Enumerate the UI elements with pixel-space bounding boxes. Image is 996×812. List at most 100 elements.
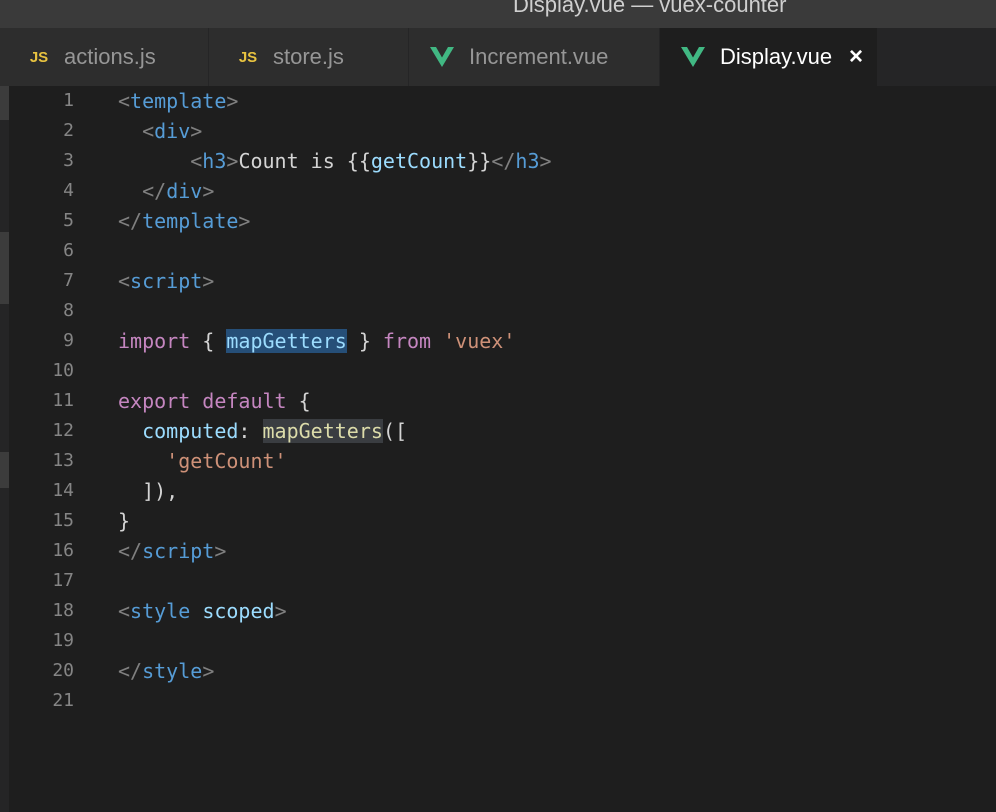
line-number: 3 (63, 150, 74, 171)
code-token: > (238, 209, 251, 233)
code-token: mapGetters (262, 419, 383, 443)
code-token: scoped (202, 599, 275, 623)
code-text: </div> (118, 176, 214, 206)
code-line[interactable]: 14 ]), (0, 476, 996, 506)
code-token: : (238, 419, 263, 443)
code-line[interactable]: 2 <div> (0, 116, 996, 146)
line-number: 19 (52, 630, 74, 651)
code-text: export default { (118, 386, 311, 416)
code-token: script (142, 539, 215, 563)
code-token: default (202, 389, 287, 413)
code-text: </template> (118, 206, 250, 236)
code-token: > (202, 659, 215, 683)
code-token: style (142, 659, 203, 683)
code-token: </ (118, 209, 143, 233)
line-number: 18 (52, 600, 74, 621)
code-line[interactable]: 12 computed: mapGetters([ (0, 416, 996, 446)
close-icon[interactable]: × (849, 45, 863, 69)
code-text: import { mapGetters } from 'vuex' (118, 326, 515, 356)
code-line[interactable]: 5 </template> (0, 206, 996, 236)
code-token: export (118, 389, 191, 413)
line-number: 11 (52, 390, 74, 411)
code-token: from (382, 329, 432, 353)
code-token: </ (118, 659, 143, 683)
js-icon: JS (29, 48, 49, 66)
code-line[interactable]: 3 <h3>Count is {{getCount}}</h3> (0, 146, 996, 176)
title-bar: Display.vue — vuex-counter (0, 0, 996, 28)
code-token: </ (142, 179, 167, 203)
code-token: div (154, 119, 191, 143)
tab-display-vue[interactable]: Display.vue × (660, 28, 878, 86)
tab-label: store.js (273, 44, 344, 69)
code-line[interactable]: 13 'getCount' (0, 446, 996, 476)
code-text: <h3>Count is {{getCount}}</h3> (118, 146, 551, 176)
line-number: 17 (52, 570, 74, 591)
code-line[interactable]: 7 <script> (0, 266, 996, 296)
code-text: ]), (118, 476, 178, 506)
line-number: 20 (52, 660, 74, 681)
code-line[interactable]: 6 (0, 236, 996, 266)
window-title: Display.vue — vuex-counter (513, 0, 787, 17)
tab-label: actions.js (64, 44, 156, 69)
js-icon: JS (238, 48, 258, 66)
code-line[interactable]: 8 (0, 296, 996, 326)
line-number: 5 (63, 210, 74, 231)
code-text: <template> (118, 86, 238, 116)
line-number: 6 (63, 240, 74, 261)
code-token: computed (142, 419, 239, 443)
tab-increment-vue[interactable]: Increment.vue (409, 28, 660, 86)
code-token: > (274, 599, 287, 623)
code-token: > (226, 149, 239, 173)
code-line[interactable]: 20 </style> (0, 656, 996, 686)
code-line[interactable]: 9 import { mapGetters } from 'vuex' (0, 326, 996, 356)
code-editor[interactable]: 1 <template> 2 <div> 3 <h3>Count is {{getCo… (0, 86, 996, 812)
line-number: 9 (63, 330, 74, 351)
code-text: 'getCount' (118, 446, 286, 476)
code-line[interactable]: 4 </div> (0, 176, 996, 206)
code-line[interactable]: 21 (0, 686, 996, 716)
line-number: 14 (52, 480, 74, 501)
code-token: < (142, 119, 155, 143)
code-token: </ (118, 539, 143, 563)
line-number: 1 (63, 90, 74, 111)
line-number: 10 (52, 360, 74, 381)
code-token: < (118, 599, 131, 623)
line-number: 15 (52, 510, 74, 531)
code-line[interactable]: 15} (0, 506, 996, 536)
line-number: 12 (52, 420, 74, 441)
code-line[interactable]: 16 </script> (0, 536, 996, 566)
code-token: import (118, 329, 191, 353)
code-line[interactable]: 18 <style scoped> (0, 596, 996, 626)
tab-store-js[interactable]: JS store.js (209, 28, 409, 86)
code-line[interactable]: 11 export default { (0, 386, 996, 416)
code-token: mapGetters (226, 329, 347, 353)
code-token: getCount (370, 149, 468, 173)
code-line[interactable]: 17 (0, 566, 996, 596)
code-token: < (190, 149, 203, 173)
vue-icon (430, 47, 454, 67)
code-line[interactable]: 1 <template> (0, 86, 996, 116)
code-token: h3 (515, 149, 540, 173)
tab-actions-js[interactable]: JS actions.js (0, 28, 209, 86)
line-number: 2 (63, 120, 74, 141)
tab-label: Display.vue (720, 44, 833, 69)
code-token: template (130, 89, 227, 113)
code-token: { (190, 329, 227, 353)
code-token: { (286, 389, 311, 413)
code-token: ([ (382, 419, 408, 443)
code-token: Count is {{ (238, 149, 371, 173)
code-line[interactable]: 10 (0, 356, 996, 386)
code-text: </style> (118, 656, 214, 686)
code-line[interactable]: 19 (0, 626, 996, 656)
code-text: <div> (118, 116, 202, 146)
code-token: > (190, 119, 203, 143)
tab-label: Increment.vue (469, 44, 609, 69)
